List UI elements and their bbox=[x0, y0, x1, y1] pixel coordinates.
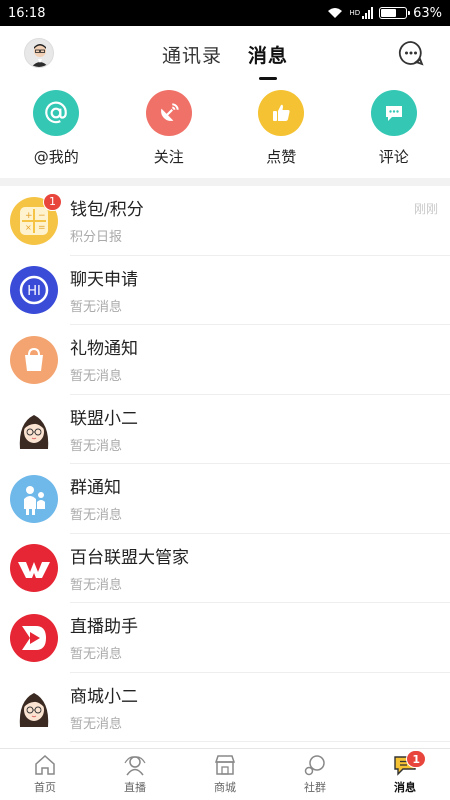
at-icon bbox=[33, 90, 80, 136]
nav-messages[interactable]: 消息 1 bbox=[360, 749, 450, 800]
quick-actions: @我的 关注 点赞 评论 bbox=[0, 82, 450, 178]
item-subtitle: 暂无消息 bbox=[70, 438, 123, 454]
item-subtitle: 暂无消息 bbox=[70, 299, 123, 315]
svg-text:HI: HI bbox=[27, 284, 41, 299]
item-subtitle: 积分日报 bbox=[70, 230, 123, 246]
status-bar: 16:18 HD 63% bbox=[0, 0, 450, 26]
list-item-gift[interactable]: 礼物通知 暂无消息 bbox=[0, 325, 450, 395]
quick-comments[interactable]: 评论 bbox=[349, 90, 439, 170]
nav-home[interactable]: 首页 bbox=[0, 749, 90, 800]
hd-indicator: HD bbox=[349, 8, 361, 17]
unread-badge: 1 bbox=[406, 750, 426, 768]
item-title: 礼物通知 bbox=[70, 339, 138, 360]
gift-icon bbox=[10, 335, 58, 384]
svg-text:+: + bbox=[25, 211, 33, 221]
svg-text:=: = bbox=[38, 223, 46, 233]
home-icon bbox=[35, 754, 55, 775]
list-item-chat-request[interactable]: HI 聊天申请 暂无消息 bbox=[0, 256, 450, 325]
item-title: 百台联盟大管家 bbox=[70, 547, 189, 568]
quick-follow[interactable]: 关注 bbox=[124, 90, 214, 170]
girl-avatar-icon bbox=[10, 683, 58, 732]
chat-request-icon: HI bbox=[10, 266, 58, 315]
item-title: 直播助手 bbox=[70, 617, 138, 638]
item-title: 商城小二 bbox=[70, 686, 138, 707]
section-divider bbox=[0, 178, 450, 186]
list-item-wallet[interactable]: + − × = 1 钱包/积分 积分日报 刚刚 bbox=[0, 186, 450, 256]
list-item-alliance-butler[interactable]: 百台联盟大管家 暂无消息 bbox=[0, 534, 450, 603]
community-icon bbox=[304, 755, 325, 776]
quick-mentions[interactable]: @我的 bbox=[11, 90, 101, 170]
comment-icon bbox=[370, 90, 417, 136]
tab-messages[interactable]: 消息 bbox=[248, 41, 288, 68]
chat-bubble-icon[interactable] bbox=[398, 40, 424, 66]
header: 通讯录 消息 bbox=[0, 26, 450, 82]
tab-contacts[interactable]: 通讯录 bbox=[162, 41, 222, 68]
item-subtitle: 暂无消息 bbox=[70, 716, 123, 732]
wifi-icon bbox=[328, 8, 343, 18]
list-item-group-notice[interactable]: 群通知 暂无消息 bbox=[0, 464, 450, 534]
nav-community[interactable]: 社群 bbox=[270, 749, 360, 800]
signal-icon bbox=[362, 7, 374, 19]
item-title: 群通知 bbox=[70, 478, 121, 499]
girl-avatar-icon bbox=[10, 405, 58, 454]
unread-badge: 1 bbox=[43, 192, 62, 211]
thumbs-up-icon bbox=[258, 90, 305, 136]
nav-shop[interactable]: 商城 bbox=[180, 749, 270, 800]
item-subtitle: 暂无消息 bbox=[70, 577, 123, 593]
user-avatar[interactable] bbox=[24, 38, 54, 68]
item-title: 钱包/积分 bbox=[70, 200, 144, 221]
svg-text:−: − bbox=[38, 211, 46, 221]
battery-percent: 63% bbox=[413, 5, 442, 21]
item-title: 聊天申请 bbox=[70, 269, 138, 290]
wallet-icon: + − × = 1 bbox=[10, 192, 62, 245]
list-item-live-assistant[interactable]: 直播助手 暂无消息 bbox=[0, 603, 450, 673]
live-people-icon bbox=[124, 756, 146, 776]
list-item-alliance-assistant[interactable]: 联盟小二 暂无消息 bbox=[0, 395, 450, 464]
message-list: + − × = 1 钱包/积分 积分日报 刚刚 HI 聊天申请 暂无消息 礼物通… bbox=[0, 186, 450, 742]
satellite-dish-icon bbox=[145, 90, 192, 136]
item-time: 刚刚 bbox=[413, 202, 438, 216]
header-tabs: 通讯录 消息 bbox=[162, 41, 288, 68]
shop-icon bbox=[214, 755, 236, 775]
w-logo-icon bbox=[10, 544, 58, 593]
quick-likes[interactable]: 点赞 bbox=[236, 90, 326, 170]
live-icon bbox=[10, 613, 58, 662]
nav-live[interactable]: 直播 bbox=[90, 749, 180, 800]
battery-icon bbox=[379, 7, 411, 19]
status-time: 16:18 bbox=[8, 5, 46, 21]
group-icon bbox=[10, 474, 58, 523]
item-subtitle: 暂无消息 bbox=[70, 508, 123, 524]
list-item-mall-assistant[interactable]: 商城小二 暂无消息 bbox=[0, 673, 450, 742]
item-subtitle: 暂无消息 bbox=[70, 647, 123, 663]
item-title: 联盟小二 bbox=[70, 408, 138, 429]
svg-text:×: × bbox=[25, 223, 32, 232]
bottom-nav: 首页 直播 商城 社群 消息 1 bbox=[0, 748, 450, 800]
item-subtitle: 暂无消息 bbox=[70, 369, 123, 385]
